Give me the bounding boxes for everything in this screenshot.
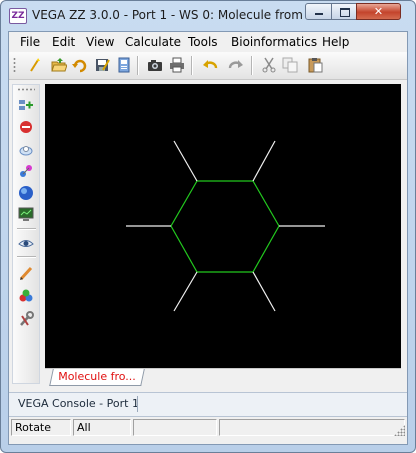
redo-icon[interactable] [228,57,244,73]
minimize-icon [315,13,323,15]
close-icon: ✕ [373,5,384,18]
ring-bonds [170,180,280,273]
tab-molecule[interactable]: Molecule fro... [49,369,145,386]
menu-edit[interactable]: Edit [52,35,75,49]
application-window: ZZ VEGA ZZ 3.0.0 - Port 1 - WS 0: Molecu… [0,0,416,453]
menu-bioinformatics[interactable]: Bioinformatics [231,35,317,49]
side-toolbar [12,84,40,384]
workspace-tabstrip: Molecule fro... [45,368,401,389]
undo-icon[interactable] [202,57,218,73]
wizard-icon[interactable] [27,57,43,73]
title-bar[interactable]: ZZ VEGA ZZ 3.0.0 - Port 1 - WS 0: Molecu… [1,1,415,31]
menu-calculate[interactable]: Calculate [125,35,181,49]
menu-file[interactable]: File [20,35,40,49]
main-toolbar [9,52,407,80]
app-logo-icon[interactable]: ZZ [9,8,27,24]
console-label[interactable]: VEGA Console - Port 1 [18,397,139,410]
client-area: File Edit View Calculate Tools Bioinform… [8,31,408,445]
side-toolbar-separator [17,256,36,258]
status-field-1 [133,419,217,436]
toolbar-separator [251,56,253,75]
cut-icon[interactable] [261,57,277,73]
hydrogen-icon[interactable] [18,142,34,158]
atom-types-icon[interactable] [18,163,34,179]
add-molecule-icon[interactable] [18,97,34,113]
menu-help[interactable]: Help [322,35,349,49]
side-toolbar-separator [17,228,36,230]
maximize-icon [340,8,350,17]
paste-icon[interactable] [307,57,323,73]
save-as-icon[interactable] [116,57,132,73]
print-icon[interactable] [169,57,185,73]
menu-tools[interactable]: Tools [188,35,218,49]
remove-molecule-icon[interactable] [18,119,34,135]
molecule-wireframe [126,140,325,312]
menu-view[interactable]: View [86,35,114,49]
charges-icon[interactable] [18,185,34,201]
revert-icon[interactable] [72,57,88,73]
window-title: VEGA ZZ 3.0.0 - Port 1 - WS 0: Molecule … [32,8,304,22]
console-divider [137,396,138,412]
atoms-icon[interactable] [18,288,34,304]
open-folder-icon[interactable] [51,57,68,73]
maximize-button[interactable] [331,3,357,20]
edit-icon[interactable] [18,265,34,281]
status-field-2 [219,419,405,436]
close-button[interactable]: ✕ [356,3,401,20]
tab-molecule-label: Molecule fro... [58,370,136,383]
toolbar-grip[interactable] [13,57,16,74]
status-selection: All [73,419,131,436]
monitor-icon[interactable] [18,206,34,222]
tools-icon[interactable] [18,311,34,327]
molecule-viewport[interactable] [45,84,401,368]
side-toolbar-grip[interactable] [17,88,35,91]
toolbar-separator [191,56,193,75]
hydrogen-bonds [126,140,325,312]
camera-icon[interactable] [147,57,163,73]
status-mode: Rotate [11,419,71,436]
menu-bar: File Edit View Calculate Tools Bioinform… [9,32,407,52]
status-bar: Rotate All [9,417,407,438]
minimize-button[interactable] [305,3,332,20]
copy-icon[interactable] [282,57,298,73]
save-icon[interactable] [94,57,110,73]
toolbar-separator [137,56,139,75]
visibility-icon[interactable] [18,235,34,251]
console-bar[interactable]: VEGA Console - Port 1 [9,392,407,417]
